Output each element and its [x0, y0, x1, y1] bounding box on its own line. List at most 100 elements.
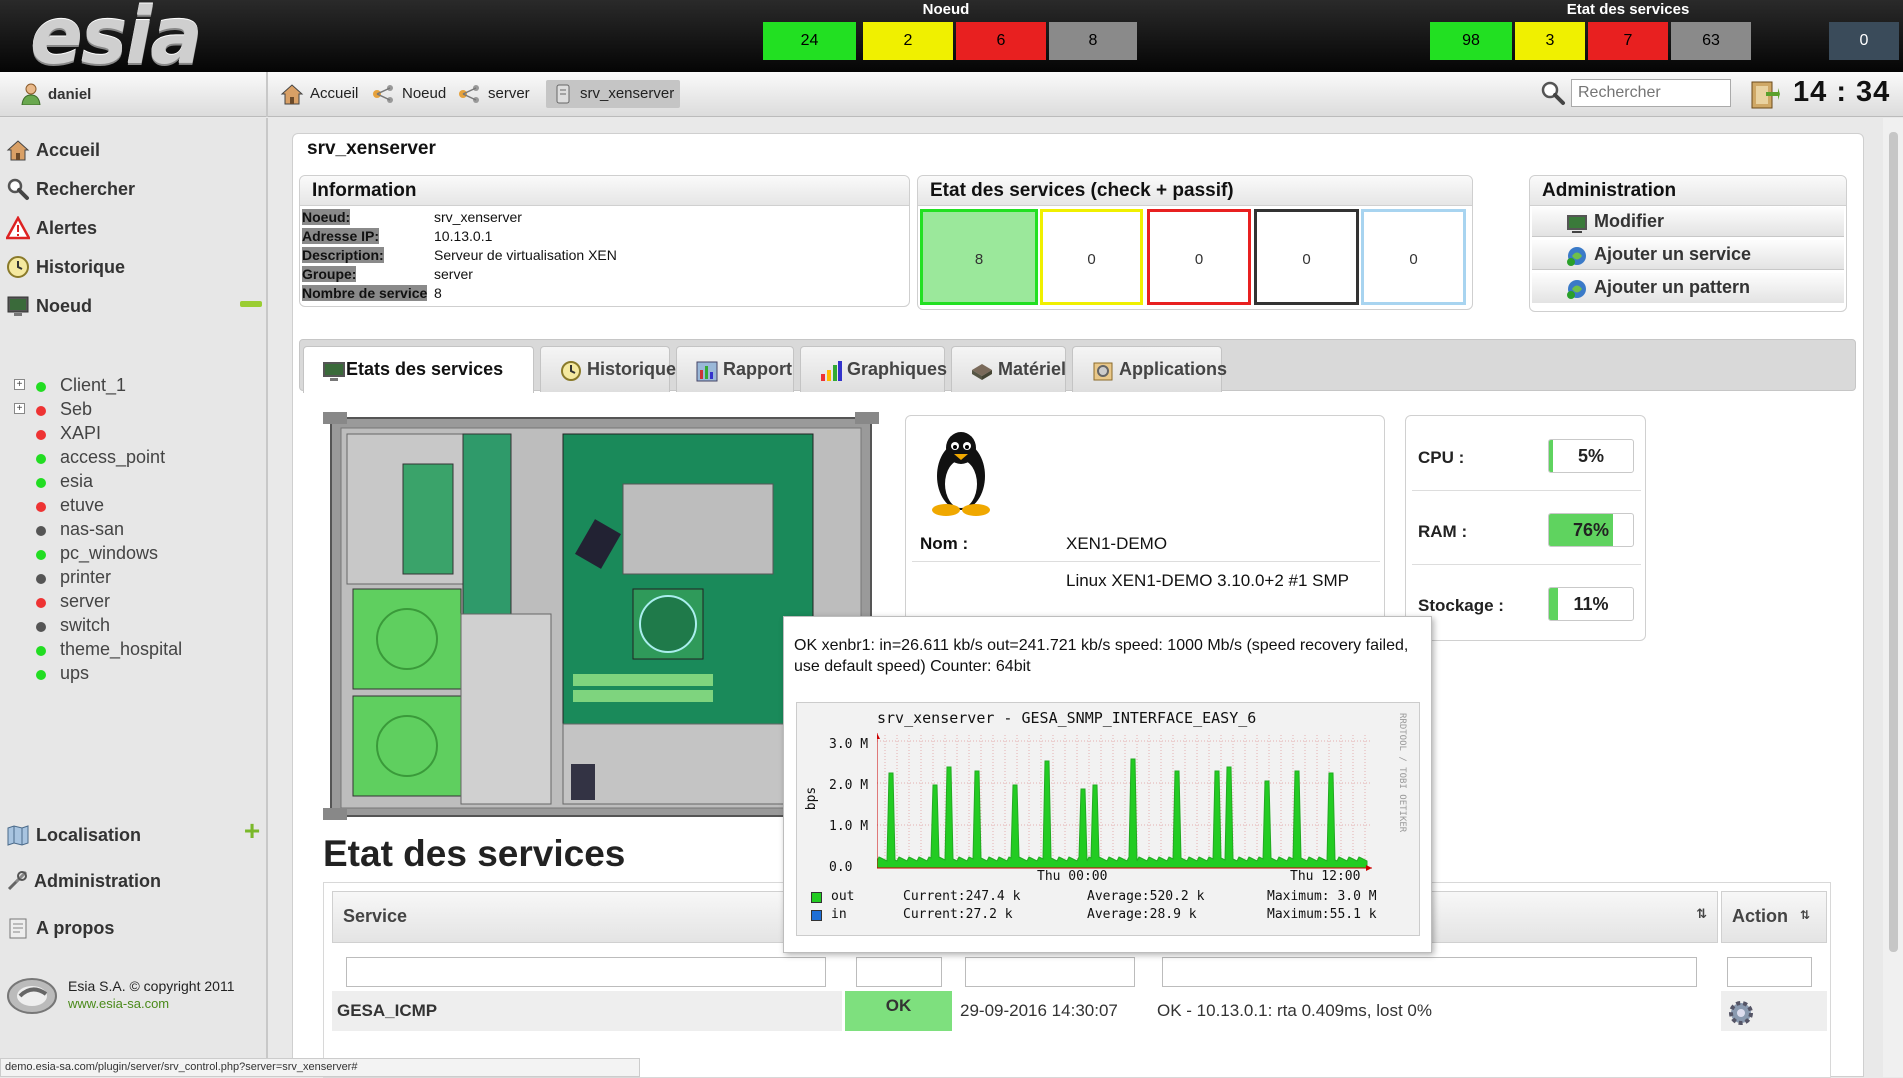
clock: 14 : 34 — [1793, 76, 1891, 108]
col-header-action[interactable]: Action ⇅ — [1721, 891, 1827, 943]
noeud-unknown-count[interactable]: 8 — [1049, 22, 1137, 60]
noeud-critical-count[interactable]: 6 — [956, 22, 1046, 60]
sidebar-item-label: Rechercher — [36, 179, 136, 199]
tab-graphiques[interactable]: Graphiques — [800, 346, 947, 392]
website-link[interactable]: www.esia-sa.com — [68, 996, 169, 1011]
esia-small-logo — [7, 978, 57, 1014]
graph-ytick: 2.0 M — [829, 778, 869, 793]
copyright-text: Esia S.A. © copyright 2011 — [68, 978, 235, 994]
user-box[interactable]: daniel — [0, 72, 268, 117]
state-box-pending[interactable]: 0 — [1361, 209, 1466, 305]
breadcrumb-server[interactable]: server — [458, 80, 530, 108]
tree-node-label: access_point — [60, 447, 166, 467]
noeud-ok-count[interactable]: 24 — [763, 22, 856, 60]
status-dot — [36, 646, 46, 656]
tree-node-label: printer — [60, 567, 112, 587]
tab-materiel[interactable]: Matériel — [951, 346, 1066, 392]
scrollbar-thumb[interactable] — [1889, 132, 1898, 952]
status-dot — [36, 478, 46, 488]
filter-action[interactable] — [1727, 957, 1812, 987]
sidebar-item-localisation[interactable]: Localisation + — [0, 817, 266, 852]
legend-maximum-in: Maximum:55.1 k — [1267, 907, 1377, 922]
sidebar-item-alertes[interactable]: Alertes — [0, 211, 266, 245]
filter-output[interactable] — [1162, 957, 1697, 987]
legend-maximum-out: Maximum: 3.0 M — [1267, 889, 1377, 904]
sort-icon[interactable]: ⇅ — [1696, 906, 1707, 922]
server-icon — [556, 84, 570, 104]
modifier-button[interactable]: Modifier — [1532, 207, 1844, 237]
monitor-icon — [323, 362, 345, 381]
sidebar-item-rechercher[interactable]: Rechercher — [0, 172, 266, 206]
ram-bar: 76% — [1548, 513, 1634, 547]
row-service-name[interactable]: GESA_ICMP — [332, 991, 842, 1031]
tree-node-label: ups — [60, 663, 90, 683]
status-dot — [36, 598, 46, 608]
add-service-button[interactable]: Ajouter un service — [1532, 240, 1844, 270]
expand-icon[interactable]: + — [14, 379, 25, 390]
home-icon — [6, 140, 30, 161]
breadcrumb-label: Noeud — [402, 85, 447, 102]
sidebar-item-historique[interactable]: Historique — [0, 250, 266, 284]
applications-icon — [1093, 362, 1113, 381]
search-icon[interactable] — [1540, 80, 1566, 106]
sidebar-item-accueil[interactable]: Accueil — [0, 133, 266, 167]
monitor-icon — [7, 296, 29, 316]
filter-status[interactable] — [856, 957, 942, 987]
add-pattern-button[interactable]: Ajouter un pattern — [1532, 273, 1844, 303]
breadcrumb-accueil[interactable]: Accueil — [280, 80, 358, 108]
info-row-description: Description: Serveur de virtualisation XE… — [302, 247, 617, 263]
sort-icon[interactable]: ⇅ — [1800, 908, 1810, 922]
os-name-value: XEN1-DEMO — [1066, 534, 1168, 553]
gear-icon[interactable] — [1727, 999, 1755, 1027]
tab-historique[interactable]: Historique — [540, 346, 676, 392]
col-header-service[interactable]: Service — [332, 891, 842, 943]
add-icon[interactable]: + — [240, 817, 264, 845]
cpu-label: CPU : — [1418, 448, 1465, 467]
status-dot — [36, 526, 46, 536]
state-box-ok[interactable]: 8 — [920, 209, 1038, 305]
vertical-scrollbar[interactable] — [1883, 118, 1903, 1077]
search-input[interactable] — [1571, 79, 1731, 107]
services-warning-count[interactable]: 3 — [1515, 22, 1585, 60]
services-critical-count[interactable]: 7 — [1588, 22, 1668, 60]
home-icon — [280, 84, 304, 105]
info-row-ip: Adresse IP: 10.13.0.1 — [302, 228, 493, 244]
tab-bar: Etats des services Historique Rapport Gr… — [299, 339, 1856, 393]
extra-count[interactable]: 0 — [1829, 22, 1899, 60]
tree-node-label: XAPI — [60, 423, 102, 443]
collapse-icon[interactable] — [240, 301, 262, 307]
sidebar-item-noeud[interactable]: Noeud — [0, 289, 266, 323]
status-dot — [36, 502, 46, 512]
tab-applications[interactable]: Applications — [1072, 346, 1227, 392]
services-unknown-count[interactable]: 63 — [1671, 22, 1751, 60]
tab-rapport[interactable]: Rapport — [676, 346, 794, 392]
row-status-badge: OK — [845, 991, 952, 1031]
sidebar-item-label: Alertes — [36, 218, 98, 238]
state-box-warning[interactable]: 0 — [1040, 209, 1143, 305]
breadcrumb-bar: daniel Accueil Noeud server srv_xenserve… — [0, 72, 1903, 117]
breadcrumb-srv-xenserver[interactable]: srv_xenserver — [546, 80, 681, 108]
state-box-critical[interactable]: 0 — [1147, 209, 1251, 305]
user-icon — [21, 83, 41, 105]
state-box-unknown[interactable]: 0 — [1254, 209, 1359, 305]
storage-bar: 11% — [1548, 587, 1634, 621]
sidebar-item-label: Localisation — [36, 825, 142, 845]
info-row-nombre: Nombre de service 8 — [302, 285, 442, 301]
noeud-warning-count[interactable]: 2 — [863, 22, 953, 60]
logout-icon[interactable] — [1748, 78, 1780, 110]
services-ok-count[interactable]: 98 — [1430, 22, 1512, 60]
breadcrumb-label: srv_xenserver — [580, 85, 675, 102]
tree-node-label: etuve — [60, 495, 105, 515]
tab-etats-des-services[interactable]: Etats des services — [303, 346, 534, 393]
filter-execution[interactable] — [965, 957, 1135, 987]
esia-logo[interactable]: esia — [30, 0, 203, 76]
breadcrumb-noeud[interactable]: Noeud — [372, 80, 446, 108]
expand-icon[interactable]: + — [14, 403, 25, 414]
sidebar-item-administration[interactable]: Administration — [0, 864, 266, 898]
filter-service[interactable] — [346, 957, 826, 987]
user-name: daniel — [48, 86, 92, 103]
noeud-summary-title: Noeud — [922, 1, 970, 18]
legend-name-out: out — [831, 889, 855, 904]
alert-icon — [6, 216, 30, 240]
sidebar-item-apropos[interactable]: A propos — [0, 911, 266, 945]
